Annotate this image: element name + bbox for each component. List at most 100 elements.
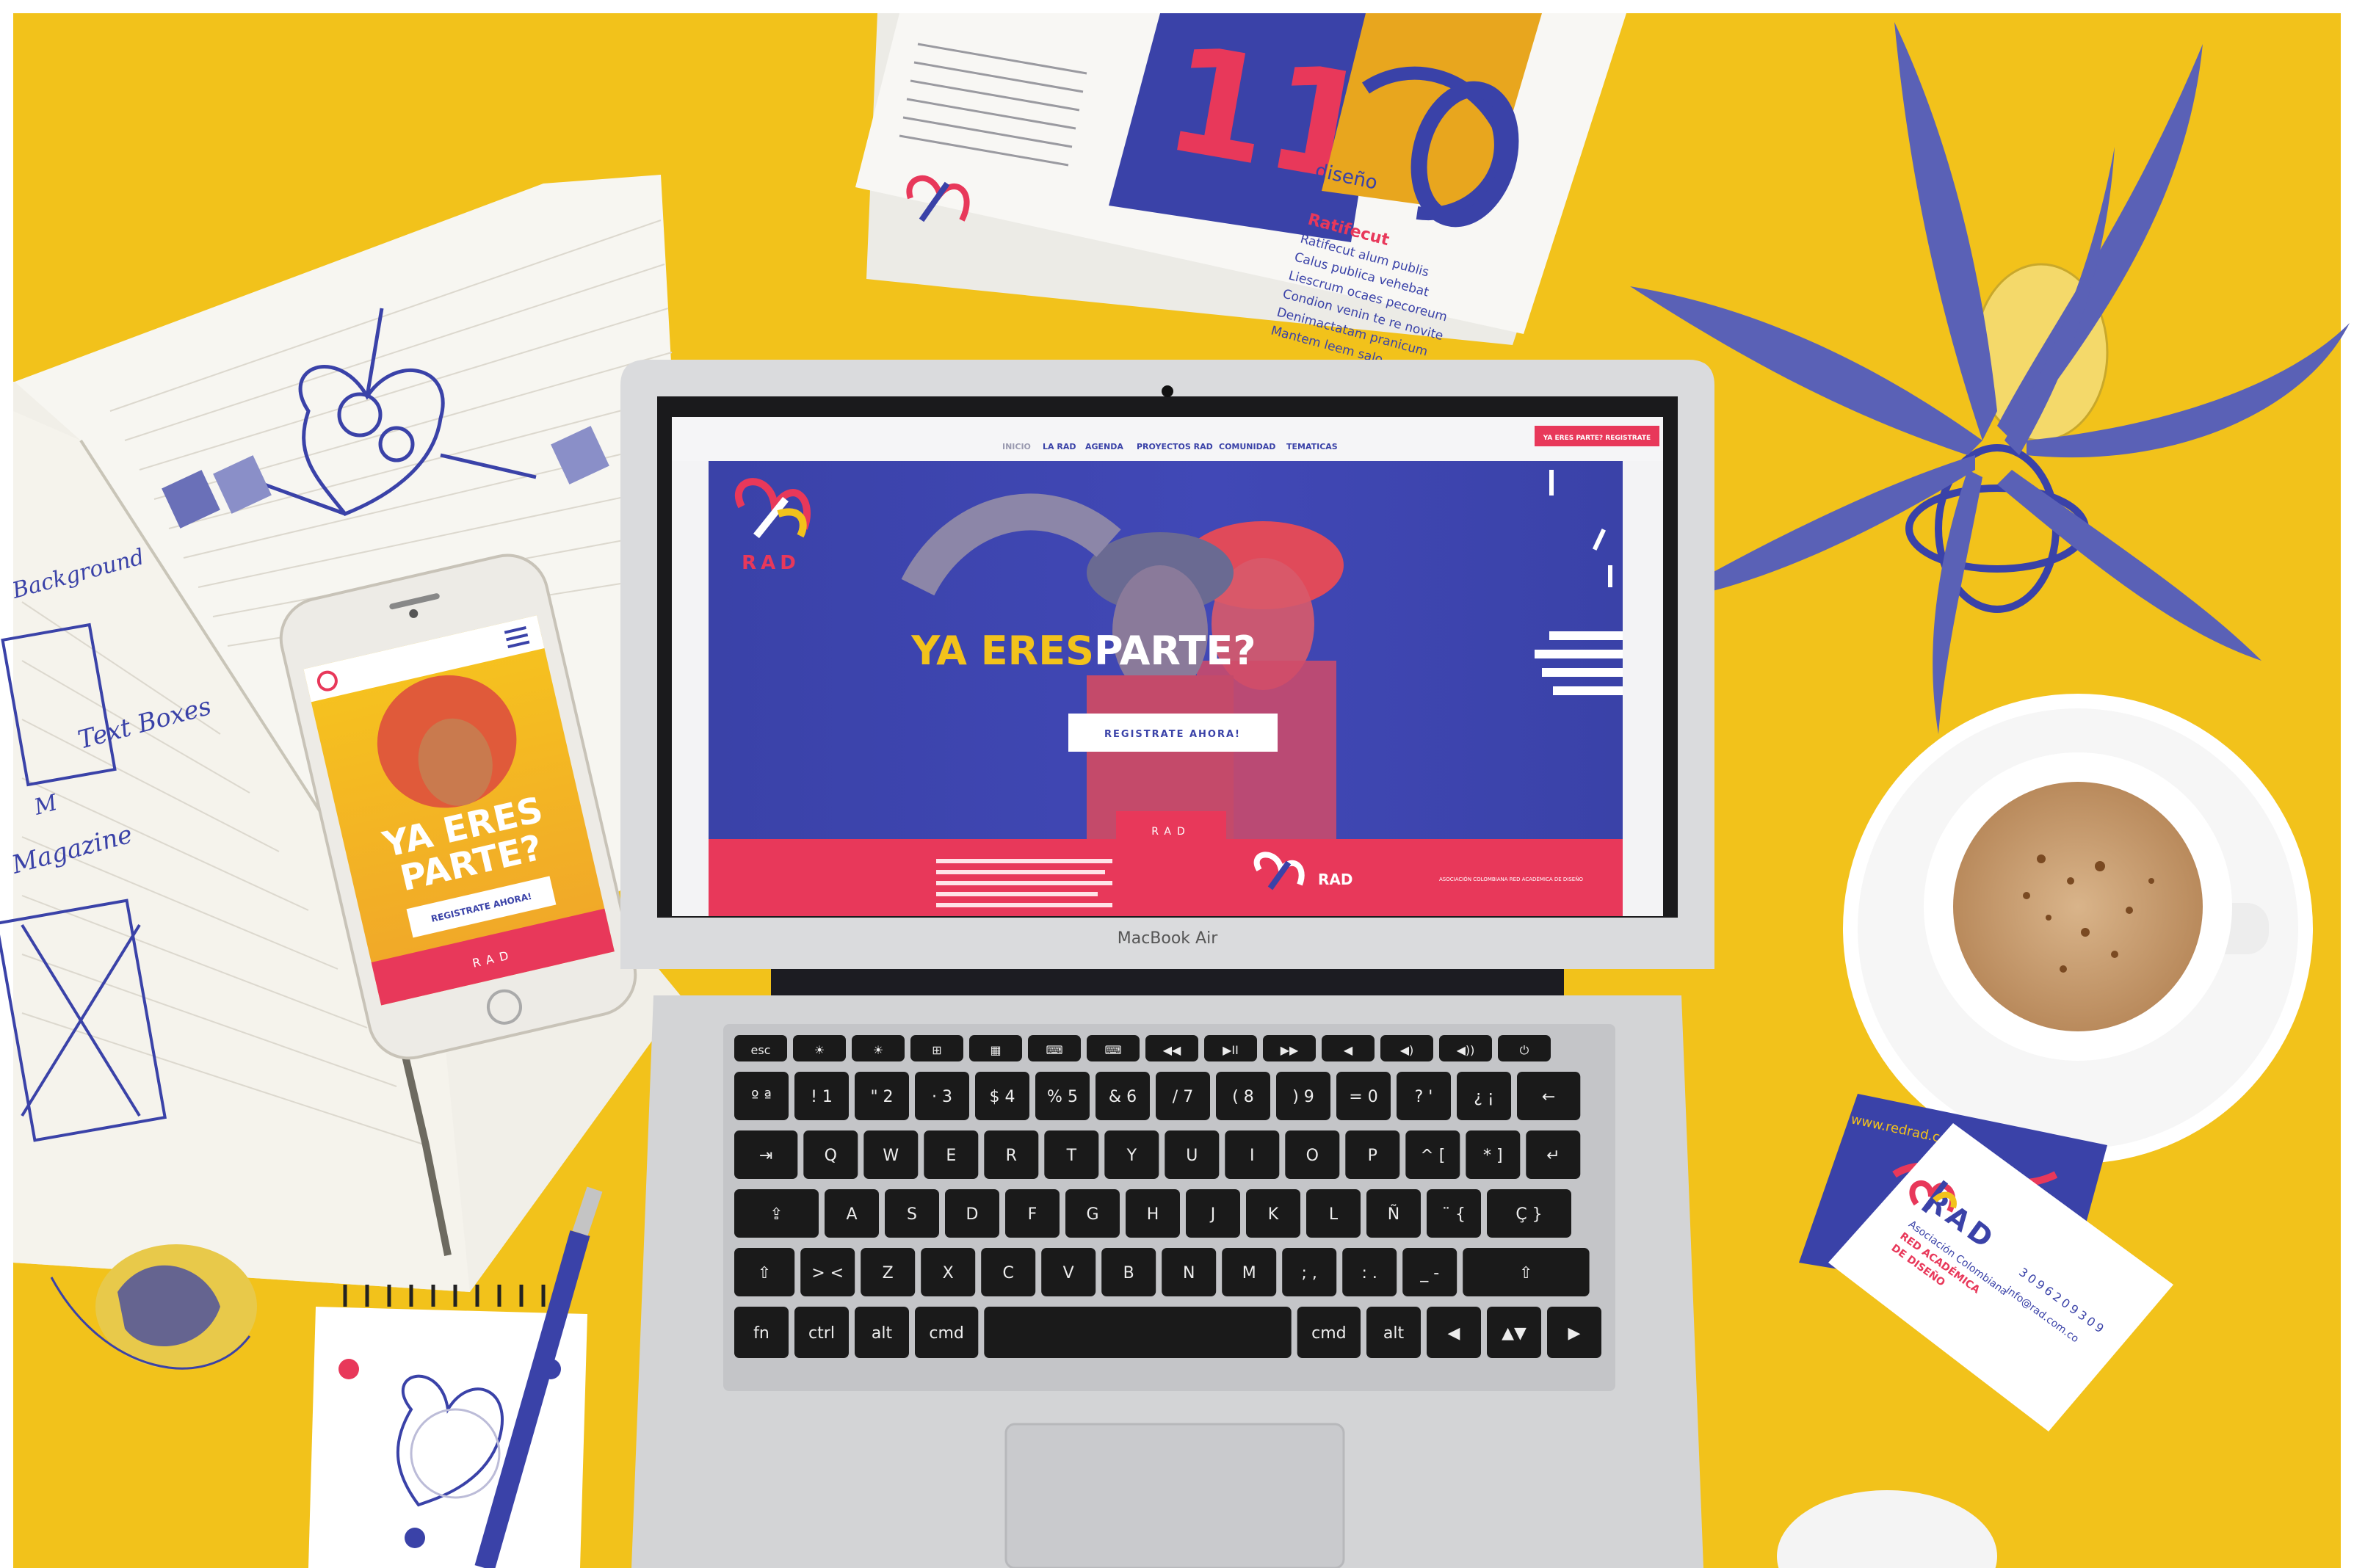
key-w[interactable]: W xyxy=(863,1130,919,1179)
key-y[interactable]: Y xyxy=(1104,1130,1159,1179)
key-⊞[interactable]: ⊞ xyxy=(910,1035,963,1061)
key-ñ[interactable]: Ñ xyxy=(1366,1189,1421,1238)
key-◀)[interactable]: ◀) xyxy=(1380,1035,1433,1061)
key-!-1[interactable]: ! 1 xyxy=(794,1072,849,1120)
key-(-8[interactable]: ( 8 xyxy=(1216,1072,1270,1120)
nav-item-inicio[interactable]: INICIO xyxy=(1002,442,1031,451)
key-c[interactable]: C xyxy=(981,1248,1036,1296)
key-label: A xyxy=(846,1205,857,1224)
key-g[interactable]: G xyxy=(1065,1189,1120,1238)
key-▦[interactable]: ▦ xyxy=(969,1035,1022,1061)
webcam xyxy=(1162,385,1173,397)
key-⏻[interactable]: ⏻ xyxy=(1498,1035,1551,1061)
key-=-0[interactable]: = 0 xyxy=(1336,1072,1391,1120)
key-$-4[interactable]: $ 4 xyxy=(975,1072,1029,1120)
key-r[interactable]: R xyxy=(984,1130,1039,1179)
key-label: ▲▼ xyxy=(1502,1324,1527,1343)
key-esc[interactable]: esc xyxy=(734,1035,787,1061)
key-z[interactable]: Z xyxy=(861,1248,916,1296)
key-label: $ 4 xyxy=(990,1088,1015,1106)
key-◀◀[interactable]: ◀◀ xyxy=(1145,1035,1198,1061)
key-☀[interactable]: ☀ xyxy=(852,1035,905,1061)
key-*-][interactable]: * ] xyxy=(1466,1130,1521,1179)
key-t[interactable]: T xyxy=(1044,1130,1099,1179)
key-b[interactable]: B xyxy=(1101,1248,1156,1296)
nav-item-la-rad[interactable]: LA RAD xyxy=(1043,442,1076,451)
key-;-,[interactable]: ; , xyxy=(1282,1248,1337,1296)
key-e[interactable]: E xyxy=(924,1130,979,1179)
key-☀[interactable]: ☀ xyxy=(793,1035,846,1061)
top-badge-label: YA ERES PARTE? REGISTRATE xyxy=(1543,435,1651,442)
key-↵[interactable]: ↵ xyxy=(1526,1130,1581,1179)
key-label: ⇥ xyxy=(759,1147,772,1165)
key-:-.[interactable]: : . xyxy=(1342,1248,1397,1296)
key-¨-{[interactable]: ¨ { xyxy=(1427,1189,1481,1238)
key-m[interactable]: M xyxy=(1222,1248,1277,1296)
trackpad[interactable] xyxy=(1004,1423,1345,1568)
key-¿-¡[interactable]: ¿ ¡ xyxy=(1457,1072,1511,1120)
key-▶[interactable]: ▶ xyxy=(1547,1307,1601,1358)
key-i[interactable]: I xyxy=(1225,1130,1280,1179)
key-a[interactable]: A xyxy=(825,1189,879,1238)
key-label: · 3 xyxy=(932,1088,952,1106)
key-p[interactable]: P xyxy=(1345,1130,1400,1179)
key-label: T xyxy=(1066,1147,1077,1165)
key->-<[interactable]: > < xyxy=(800,1248,855,1296)
key-▶▶[interactable]: ▶▶ xyxy=(1263,1035,1316,1061)
key-◀))[interactable]: ◀)) xyxy=(1439,1035,1492,1061)
key-&-6[interactable]: & 6 xyxy=(1095,1072,1150,1120)
key-label: W xyxy=(883,1147,899,1165)
key-label: = 0 xyxy=(1349,1088,1377,1106)
key-%-5[interactable]: % 5 xyxy=(1035,1072,1090,1120)
key-alt[interactable]: alt xyxy=(1366,1307,1421,1358)
key-fn[interactable]: fn xyxy=(734,1307,789,1358)
key-←[interactable]: ← xyxy=(1517,1072,1581,1120)
key-▶ii[interactable]: ▶II xyxy=(1204,1035,1257,1061)
key-_--[interactable]: _ - xyxy=(1402,1248,1457,1296)
key-label: ◀) xyxy=(1400,1043,1414,1057)
key-n[interactable]: N xyxy=(1162,1248,1217,1296)
key-)-9[interactable]: ) 9 xyxy=(1276,1072,1330,1120)
key-label: esc xyxy=(751,1043,771,1057)
key-alt[interactable]: alt xyxy=(855,1307,909,1358)
key-cmd[interactable]: cmd xyxy=(1297,1307,1361,1358)
key-/-7[interactable]: / 7 xyxy=(1156,1072,1210,1120)
nav-item-proyectos-rad[interactable]: PROYECTOS RAD xyxy=(1137,442,1213,451)
key-label: K xyxy=(1268,1205,1279,1224)
key-cmd[interactable]: cmd xyxy=(915,1307,979,1358)
key-j[interactable]: J xyxy=(1186,1189,1240,1238)
key-⇧[interactable]: ⇧ xyxy=(1463,1248,1590,1296)
key-u[interactable]: U xyxy=(1165,1130,1220,1179)
key-label: ? ' xyxy=(1415,1088,1433,1106)
key-v[interactable]: V xyxy=(1041,1248,1096,1296)
key-·-3[interactable]: · 3 xyxy=(915,1072,969,1120)
key-d[interactable]: D xyxy=(945,1189,999,1238)
key-?-'[interactable]: ? ' xyxy=(1397,1072,1451,1120)
key-f[interactable]: F xyxy=(1005,1189,1060,1238)
key-⌨[interactable]: ⌨ xyxy=(1087,1035,1140,1061)
key-⇥[interactable]: ⇥ xyxy=(734,1130,798,1179)
nav-item-tematicas[interactable]: TEMATICAS xyxy=(1286,442,1338,451)
key-space[interactable] xyxy=(984,1307,1292,1358)
key-h[interactable]: H xyxy=(1126,1189,1180,1238)
nav-item-agenda[interactable]: AGENDA xyxy=(1085,442,1123,451)
key-▲▼[interactable]: ▲▼ xyxy=(1487,1307,1541,1358)
key-o[interactable]: O xyxy=(1285,1130,1340,1179)
key-k[interactable]: K xyxy=(1246,1189,1300,1238)
key-⇧[interactable]: ⇧ xyxy=(734,1248,795,1296)
key-ç-}[interactable]: Ç } xyxy=(1487,1189,1571,1238)
key-x[interactable]: X xyxy=(921,1248,976,1296)
key-s[interactable]: S xyxy=(885,1189,939,1238)
key-^-[[interactable]: ^ [ xyxy=(1405,1130,1460,1179)
key-⌨[interactable]: ⌨ xyxy=(1028,1035,1081,1061)
key-"-2[interactable]: " 2 xyxy=(855,1072,909,1120)
key-º-ª[interactable]: º ª xyxy=(734,1072,789,1120)
key-ctrl[interactable]: ctrl xyxy=(794,1307,849,1358)
key-label: V xyxy=(1063,1264,1074,1282)
key-◀[interactable]: ◀ xyxy=(1322,1035,1375,1061)
nav-item-comunidad[interactable]: COMUNIDAD xyxy=(1219,442,1275,451)
key-l[interactable]: L xyxy=(1306,1189,1361,1238)
key-◀[interactable]: ◀ xyxy=(1427,1307,1481,1358)
key-⇪[interactable]: ⇪ xyxy=(734,1189,819,1238)
key-q[interactable]: Q xyxy=(803,1130,858,1179)
